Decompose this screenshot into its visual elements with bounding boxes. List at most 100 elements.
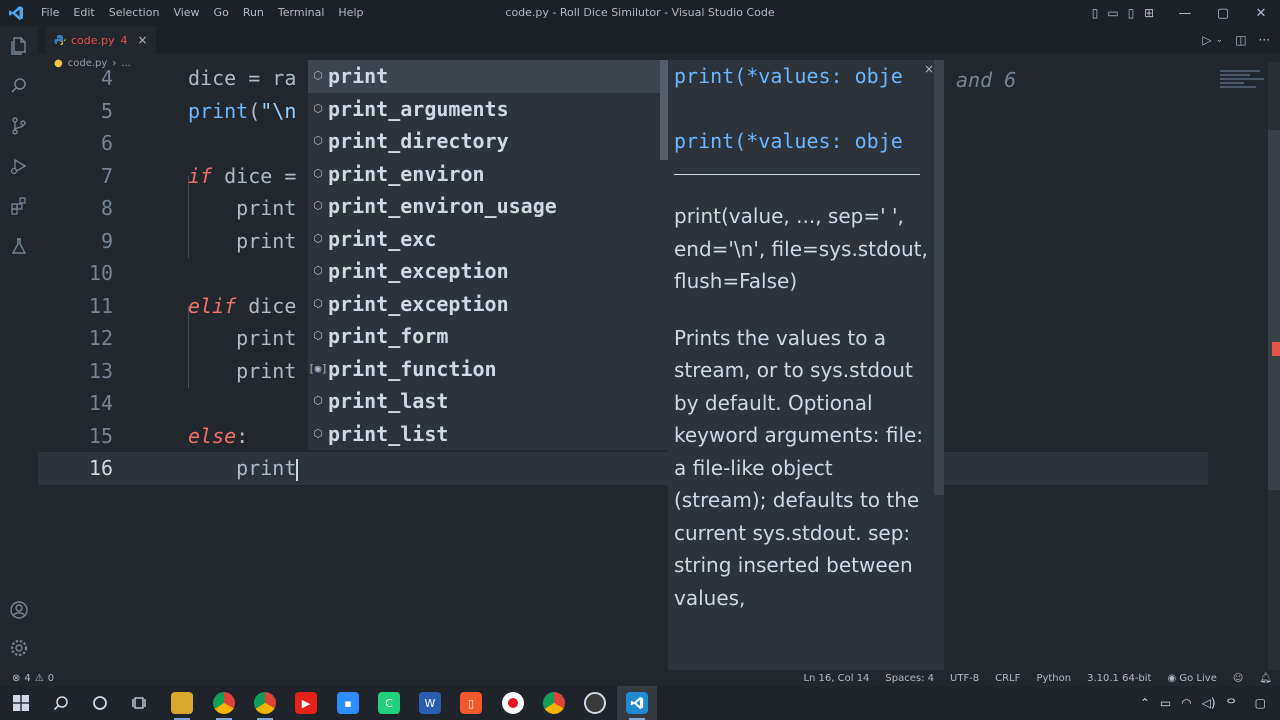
menu-terminal[interactable]: Terminal [271,0,332,26]
details-close-icon[interactable]: × [924,62,934,76]
run-dropdown-chevron-icon[interactable]: ⌄ [1216,35,1224,45]
cursor-position[interactable]: Ln 16, Col 14 [795,673,877,684]
suggestion-item[interactable]: ⬡ print_form [308,320,660,353]
suggestion-item[interactable]: ⬡ print_arguments [308,93,660,126]
chrome-secondary-icon[interactable] [543,692,565,714]
wifi-icon[interactable]: ◠ [1181,696,1191,710]
suggest-widget: ⬡ print ⬡ print_arguments ⬡ print_directory ⬡ p… [308,60,668,450]
method-symbol-icon: ⬡ [313,199,323,212]
suggestion-item[interactable]: ⬡ print_exception [308,288,660,321]
tray-chevron-up-icon[interactable]: ⌃ [1140,696,1150,710]
testing-icon[interactable] [7,234,31,258]
menu-go[interactable]: Go [207,0,236,26]
code-line[interactable]: 16 print [38,452,1208,485]
close-button[interactable]: ✕ [1242,0,1280,26]
camtasia-icon[interactable]: C [378,692,400,714]
indentation[interactable]: Spaces: 4 [877,673,942,684]
suggestion-label: print_list [328,421,449,446]
minimap[interactable] [1220,70,1270,110]
vscode-taskbar-icon[interactable] [626,692,648,714]
feedback-icon[interactable]: ☺ [1225,673,1251,684]
python-interpreter[interactable]: 3.10.1 64-bit [1079,673,1159,684]
accounts-icon[interactable] [7,598,31,622]
toggle-secondary-sidebar-icon[interactable]: ▯ [1122,0,1140,26]
taskbar-search-icon[interactable] [50,692,72,714]
tab-problem-count: 4 [120,33,128,47]
tab-code-py[interactable]: code.py 4 × [46,26,156,54]
method-symbol-icon: ⬡ [313,69,323,82]
menu-file[interactable]: File [34,0,66,26]
go-live-label: Go Live [1179,672,1217,684]
split-editor-icon[interactable]: ◫ [1235,33,1246,47]
details-scrollbar[interactable] [934,60,944,495]
menu-view[interactable]: View [166,0,206,26]
tab-close-icon[interactable]: × [138,33,148,47]
language-icon[interactable]: ᄋ [1226,695,1237,712]
youtube-icon[interactable]: ▶ [295,692,317,714]
chrome-profile-icon[interactable] [254,692,276,714]
suggest-scrollbar[interactable] [660,60,668,160]
broadcast-icon: ◉ [1167,672,1180,684]
suggestion-item[interactable]: ⬡ print_last [308,385,660,418]
run-python-file-icon[interactable]: ▷ [1202,33,1211,47]
language-mode[interactable]: Python [1028,673,1079,684]
explorer-icon[interactable] [7,34,31,58]
menu-help[interactable]: Help [331,0,370,26]
extensions-icon[interactable] [7,194,31,218]
menu-edit[interactable]: Edit [66,0,101,26]
suggestion-item[interactable]: ⬡ print_exception [308,255,660,288]
editor-scrollbar-thumb[interactable] [1268,130,1280,490]
record-icon[interactable] [502,692,524,714]
code-token: print [188,196,297,220]
notification-center-icon[interactable]: ▢ [1255,696,1266,710]
code-token: print [188,228,297,253]
line-number: 8 [100,196,113,220]
obs-icon[interactable] [584,692,606,714]
task-view-icon[interactable] [129,692,151,714]
encoding[interactable]: UTF-8 [942,673,987,684]
system-tray: ⌃ ▭ ◠ ◁) ᄋ ▢ [1140,686,1280,720]
code-token: print [188,456,297,480]
menu-run[interactable]: Run [236,0,271,26]
file-explorer-icon[interactable] [171,692,193,714]
source-control-icon[interactable] [7,114,31,138]
suggestion-item[interactable]: ⬡ print_environ_usage [308,190,660,223]
menu-bar: File Edit Selection View Go Run Terminal Help [34,0,370,26]
suggestion-item[interactable]: ⬡ print_exc [308,223,660,256]
suggestion-item[interactable]: [◉] print_function [308,353,660,386]
search-icon[interactable] [7,74,31,98]
method-symbol-icon: ⬡ [313,329,323,342]
recorder-app-icon[interactable]: ▯ [460,692,482,714]
minimize-button[interactable]: — [1166,0,1204,26]
details-signature-doc: print(value, ..., sep=' ', end='\n', fil… [674,204,928,293]
variable-symbol-icon: [◉] [308,361,328,375]
cortana-icon[interactable] [89,692,111,714]
menu-selection[interactable]: Selection [102,0,167,26]
customize-layout-icon[interactable]: ⊞ [1140,0,1158,26]
error-marker [1272,342,1280,356]
suggestion-item[interactable]: ⬡ print_list [308,418,660,451]
more-actions-icon[interactable]: ··· [1259,33,1270,47]
code-token: dice = [212,163,297,188]
settings-gear-icon[interactable] [7,636,31,660]
suggestion-item[interactable]: ⬡ print_directory [308,125,660,158]
suggestion-item[interactable]: ⬡ print_environ [308,158,660,191]
toggle-panel-icon[interactable]: ▭ [1104,0,1122,26]
suggestion-item[interactable]: ⬡ print [308,60,660,93]
windows-start-icon[interactable] [10,692,32,714]
chrome-icon[interactable] [213,692,235,714]
volume-icon[interactable]: ◁) [1202,696,1216,710]
problems-status[interactable]: ⊗ 4 ⚠ 0 [0,673,54,684]
run-debug-icon[interactable] [7,154,31,178]
zoom-icon[interactable]: ▪ [337,692,359,714]
battery-icon[interactable]: ▭ [1160,696,1171,710]
line-ending[interactable]: CRLF [987,673,1028,684]
suggestion-label: print_exception [328,291,509,316]
suggestion-label: print_form [328,324,449,348]
toggle-sidebar-icon[interactable]: ▯ [1086,0,1104,26]
notifications-bell-icon[interactable]: 🔔︎ [1251,673,1280,684]
maximize-button[interactable]: ▢ [1204,0,1242,26]
text-cursor [296,458,299,481]
go-live-button[interactable]: ◉ Go Live [1159,673,1224,684]
word-icon[interactable]: W [419,692,441,714]
